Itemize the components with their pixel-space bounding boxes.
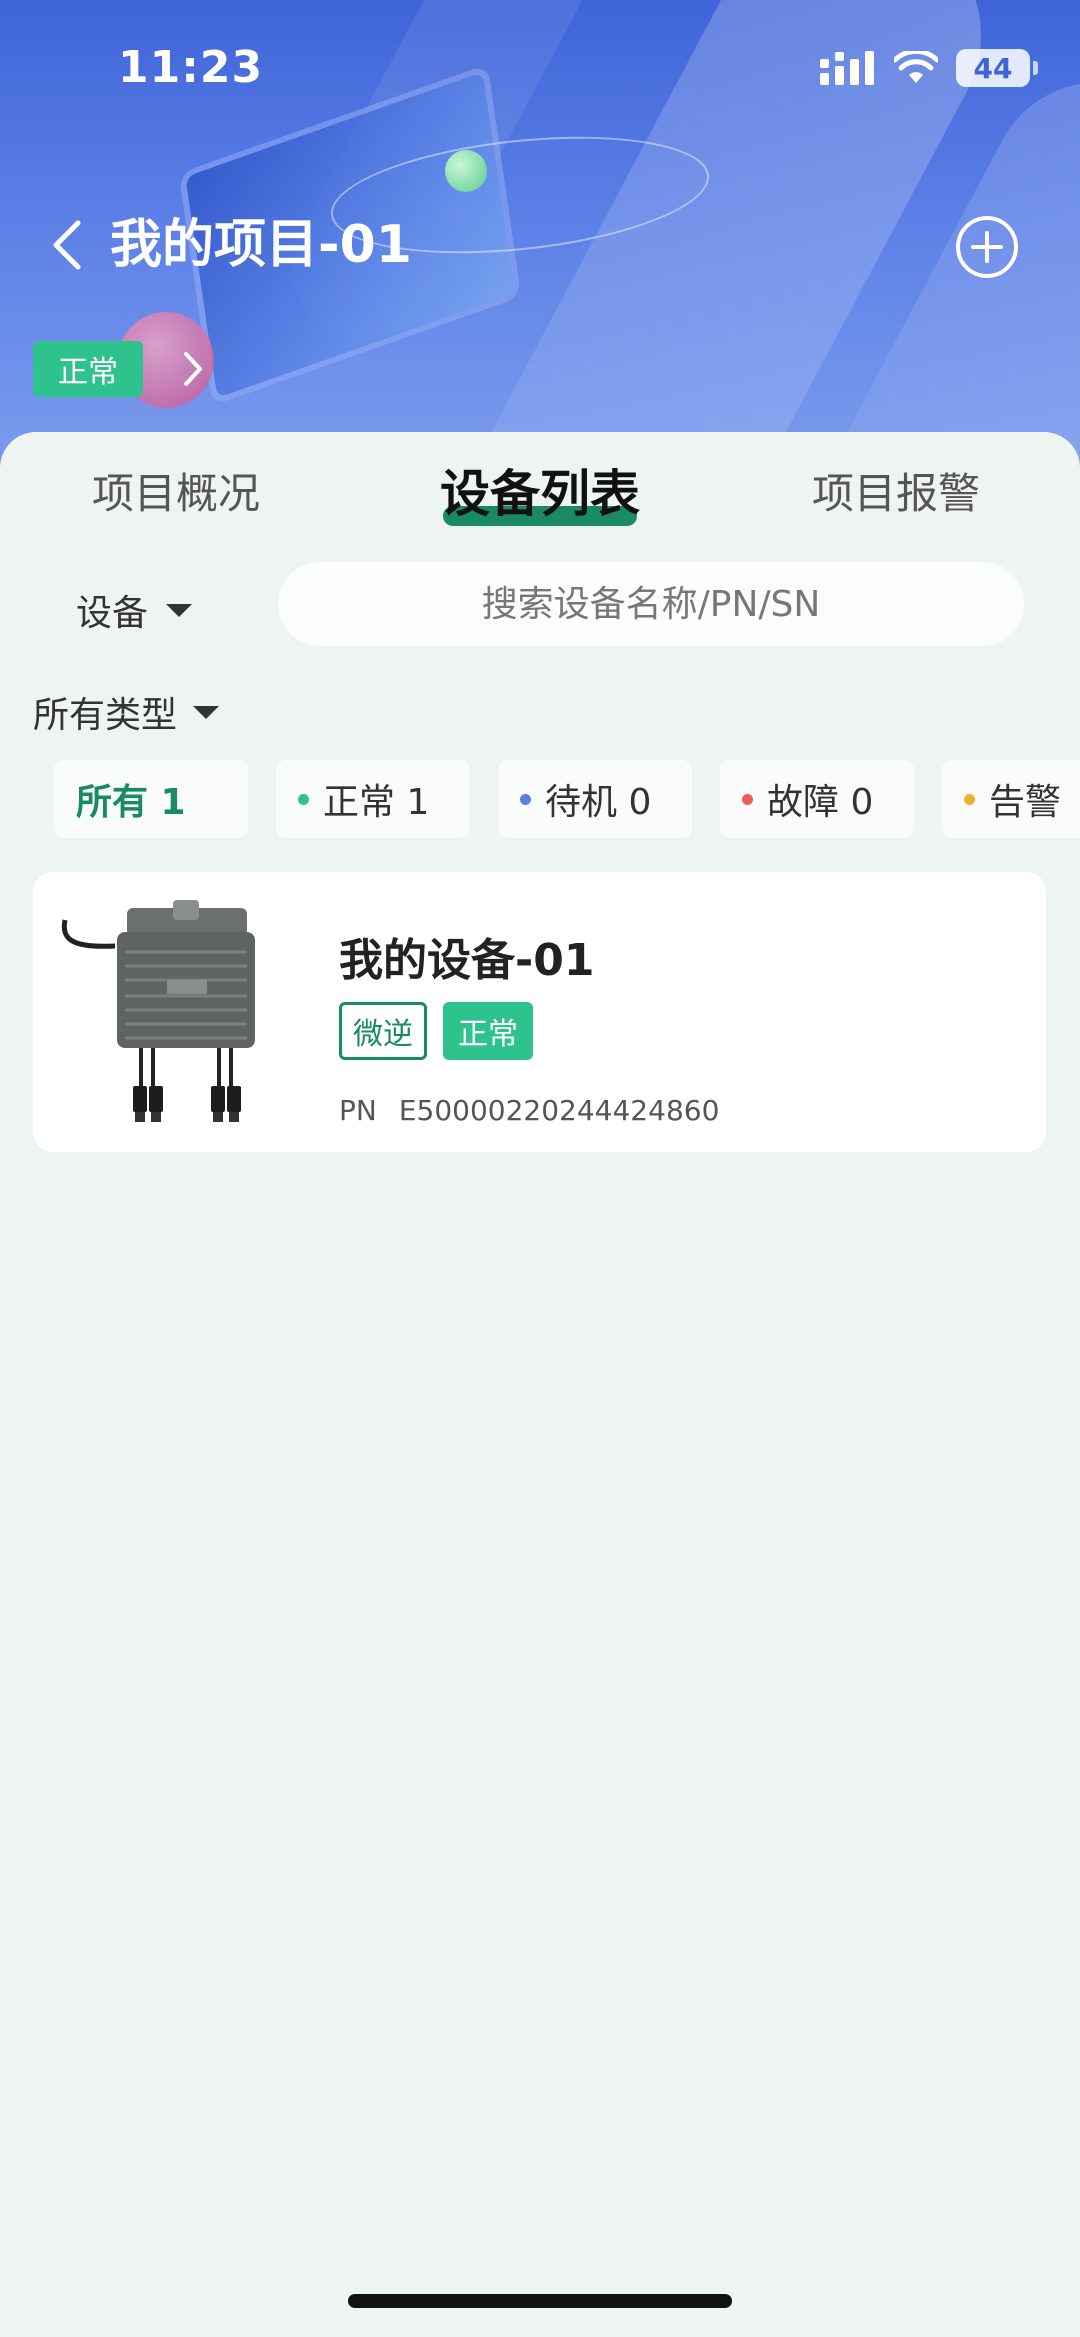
device-type-tag: 微逆	[339, 1002, 427, 1060]
status-time: 11:23	[118, 42, 264, 93]
chip-label: 告警	[989, 782, 1062, 823]
plus-icon	[971, 231, 1003, 263]
wifi-icon	[894, 51, 938, 83]
cellular-signal-icon	[820, 51, 874, 85]
header-banner: 11:23 44 我的项目-01 正常	[0, 0, 1080, 470]
battery-icon: 44	[956, 49, 1038, 87]
chip-standby[interactable]: 待机 0	[498, 760, 692, 838]
search-input[interactable]	[278, 562, 1024, 646]
tab-label: 项目概况	[92, 469, 261, 518]
page-title: 我的项目-01	[110, 215, 412, 275]
status-detail-button[interactable]	[178, 346, 208, 392]
tab-device-list[interactable]: 设备列表	[440, 454, 640, 526]
pn-value: E50000220244424860	[398, 1094, 720, 1127]
status-dot-icon	[520, 793, 531, 805]
back-button[interactable]	[42, 212, 92, 278]
chip-label: 故障 0	[767, 782, 874, 823]
chip-alarm[interactable]: 告警	[942, 760, 1080, 838]
battery-level: 44	[973, 51, 1013, 85]
device-dropdown[interactable]: 设备	[76, 580, 193, 640]
tab-bar: 项目概况 设备列表 项目报警	[0, 432, 1080, 542]
chip-fault[interactable]: 故障 0	[720, 760, 914, 838]
status-dot-icon	[298, 793, 309, 805]
tab-alarms[interactable]: 项目报警	[812, 460, 980, 521]
caret-down-icon	[193, 705, 220, 719]
status-dot-icon	[742, 793, 753, 805]
device-pn-row: PN E50000220244424860	[339, 1094, 719, 1127]
device-card[interactable]: 我的设备-01 微逆 正常 PN E50000220244424860	[33, 872, 1046, 1152]
chevron-left-icon	[53, 220, 81, 270]
search-field[interactable]	[278, 562, 1024, 646]
home-indicator[interactable]	[348, 2294, 732, 2308]
decor-sphere-green	[445, 150, 487, 192]
type-dropdown[interactable]: 所有类型	[33, 682, 220, 742]
type-dropdown-label: 所有类型	[33, 695, 178, 736]
device-name: 我的设备-01	[339, 935, 595, 986]
caret-down-icon	[166, 603, 193, 617]
tab-overview[interactable]: 项目概况	[92, 460, 260, 521]
chip-label: 所有 1	[76, 782, 186, 823]
chip-all[interactable]: 所有 1	[54, 760, 248, 838]
chevron-right-icon	[184, 352, 202, 386]
add-button[interactable]	[956, 216, 1018, 278]
chip-label: 正常 1	[323, 782, 430, 823]
device-status-tag: 正常	[443, 1002, 533, 1060]
chip-label: 待机 0	[545, 782, 652, 823]
microinverter-image	[55, 900, 275, 1130]
status-icons: 44	[820, 48, 1038, 88]
tab-label: 设备列表	[440, 465, 640, 523]
pn-label: PN	[339, 1094, 377, 1127]
device-dropdown-label: 设备	[76, 593, 149, 634]
tab-label: 项目报警	[812, 469, 981, 518]
status-dot-icon	[964, 793, 975, 805]
status-filter-chips: 所有 1 正常 1 待机 0 故障 0 告警	[54, 760, 1080, 838]
chip-normal[interactable]: 正常 1	[276, 760, 470, 838]
content-sheet: 项目概况 设备列表 项目报警 设备 所有类型 所有 1 正常 1 待机 0	[0, 432, 1080, 2337]
project-status-badge[interactable]: 正常	[33, 341, 143, 397]
